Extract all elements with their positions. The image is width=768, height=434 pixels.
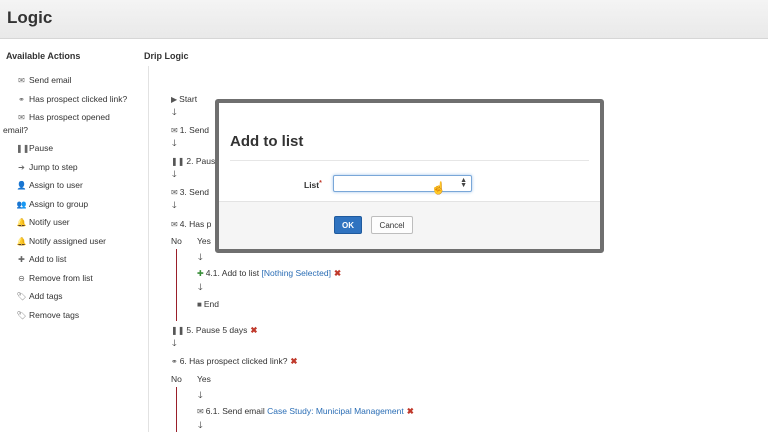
down-arrow-icon: 🡓: [172, 200, 177, 210]
tag-icon: 🏷: [16, 292, 27, 301]
tag-remove-icon: 🏷: [16, 310, 27, 320]
branch-no-label: No: [171, 374, 182, 384]
action-item[interactable]: 👤 Assign to user: [16, 179, 83, 192]
link-icon: ⚭: [18, 94, 25, 104]
plus-circle-icon: ✚: [197, 269, 204, 278]
envelope-icon: ✉: [197, 407, 204, 416]
action-item-label: Notify user: [29, 217, 70, 227]
envelope-icon: ✉: [171, 188, 178, 197]
remove-step-icon[interactable]: ✖: [334, 268, 341, 278]
step-1[interactable]: ✉ 1. Send: [171, 125, 209, 135]
pause-icon: ❚❚: [171, 157, 185, 166]
action-item-label: Assign to user: [29, 180, 83, 190]
action-item[interactable]: ⚭ Has prospect clicked link?: [16, 93, 127, 106]
user-icon: 👤: [16, 181, 27, 190]
minus-circle-icon: ⊖: [18, 273, 25, 283]
stop-icon: ■: [197, 300, 202, 309]
hand-cursor-icon: ☝: [431, 181, 446, 195]
list-select[interactable]: ▲ ▼: [333, 175, 472, 192]
down-arrow-icon: 🡓: [198, 390, 203, 400]
action-item[interactable]: 🔔 Notify user: [16, 216, 70, 229]
step-6[interactable]: ⚭ 6. Has prospect clicked link? ✖: [171, 356, 298, 367]
drip-logic-title: Drip Logic: [144, 51, 189, 61]
action-item[interactable]: 🔔 Notify assigned user: [16, 235, 107, 248]
step-4-1[interactable]: ✚ 4.1. Add to list [Nothing Selected] ✖: [197, 268, 341, 279]
page-header: Logic: [0, 0, 768, 39]
bell-icon: 🔔: [16, 218, 27, 227]
required-marker: *: [319, 180, 322, 187]
bell-icon: 🔔: [16, 236, 27, 246]
group-icon: 👥: [16, 199, 27, 209]
action-item-label: Send email: [29, 75, 72, 85]
remove-step-icon[interactable]: ✖: [250, 325, 257, 335]
down-arrow-icon: 🡓: [172, 138, 177, 148]
available-actions-title: Available Actions: [6, 51, 81, 61]
action-item-label: Jump to step: [29, 161, 78, 172]
step-2[interactable]: ❚❚ 2. Pause: [171, 156, 220, 166]
step-5[interactable]: ❚❚ 5. Pause 5 days ✖: [171, 325, 258, 336]
step-end: ■ End: [197, 299, 219, 309]
action-item[interactable]: 🏷 Remove tags: [16, 309, 79, 322]
dialog-divider: [230, 160, 589, 161]
action-item-label: Assign to group: [29, 198, 89, 209]
branch-yes-label: Yes: [197, 236, 211, 246]
action-item[interactable]: ➔ Jump to step: [16, 161, 78, 174]
action-item-label: Remove tags: [29, 309, 80, 320]
branch-yes-label: Yes: [197, 374, 211, 384]
plus-circle-icon: ✚: [18, 255, 25, 264]
add-to-list-dialog: Add to list List* ▲ ▼ OK Cancel: [215, 99, 604, 253]
branch-no-label: No: [171, 236, 182, 246]
down-arrow-icon: 🡓: [172, 107, 177, 117]
dialog-footer: OK Cancel: [219, 201, 600, 249]
page-title: Logic: [7, 8, 53, 27]
action-item-label: Has prospect opened: [29, 112, 110, 122]
email-template-link[interactable]: Case Study: Municipal Management: [267, 406, 404, 416]
down-arrow-icon: 🡓: [198, 252, 203, 262]
action-item-label: Remove from list: [29, 272, 93, 283]
pause-icon: ❚❚: [16, 144, 30, 153]
select-caret-icon: ▲ ▼: [460, 177, 467, 189]
cancel-button[interactable]: Cancel: [371, 216, 413, 234]
action-item[interactable]: ⊖ Remove from list: [16, 272, 93, 285]
action-item-label: Has prospect clicked link?: [29, 93, 128, 104]
action-item-label: Notify assigned user: [29, 235, 107, 246]
action-item[interactable]: 👥 Assign to group: [16, 198, 89, 211]
action-item[interactable]: ✉ Has prospect opened email?: [3, 111, 110, 136]
column-divider: [148, 66, 149, 432]
remove-step-icon[interactable]: ✖: [290, 356, 297, 366]
pause-icon: ❚❚: [171, 326, 185, 335]
envelope-icon: ✉: [18, 76, 25, 85]
action-item-label: Add to list: [29, 254, 67, 264]
play-icon: ▶: [171, 95, 178, 104]
down-arrow-icon: 🡓: [172, 169, 177, 179]
action-item[interactable]: ❚❚Pause: [16, 142, 53, 155]
action-item[interactable]: ✉ Send email: [16, 74, 72, 87]
action-item[interactable]: ✚ Add to list: [16, 253, 66, 266]
action-item-label: Pause: [29, 143, 54, 153]
no-branch-line: [176, 249, 177, 321]
ok-button[interactable]: OK: [334, 216, 362, 234]
down-arrow-icon: 🡓: [198, 282, 203, 292]
down-arrow-icon: 🡓: [172, 338, 177, 348]
step-start[interactable]: ▶ Start: [171, 94, 197, 104]
no-branch-line: [176, 387, 177, 432]
envelope-open-icon: ✉: [171, 220, 178, 229]
remove-step-icon[interactable]: ✖: [407, 406, 414, 416]
step-6-1[interactable]: ✉ 6.1. Send email Case Study: Municipal M…: [197, 406, 414, 417]
step-4[interactable]: ✉ 4. Has p: [171, 219, 211, 229]
envelope-icon: ✉: [171, 126, 178, 135]
nothing-selected-link[interactable]: [Nothing Selected]: [261, 268, 330, 278]
action-item[interactable]: 🏷 Add tags: [16, 290, 63, 303]
step-3[interactable]: ✉ 3. Send: [171, 187, 209, 197]
envelope-open-icon: ✉: [18, 113, 25, 122]
list-field-label: List*: [304, 180, 322, 190]
link-icon: ⚭: [171, 357, 178, 366]
dialog-title: Add to list: [230, 133, 304, 150]
action-item-label: Add tags: [29, 291, 63, 301]
arrow-right-icon: ➔: [18, 162, 25, 172]
action-item-label-continued: email?: [3, 125, 29, 135]
